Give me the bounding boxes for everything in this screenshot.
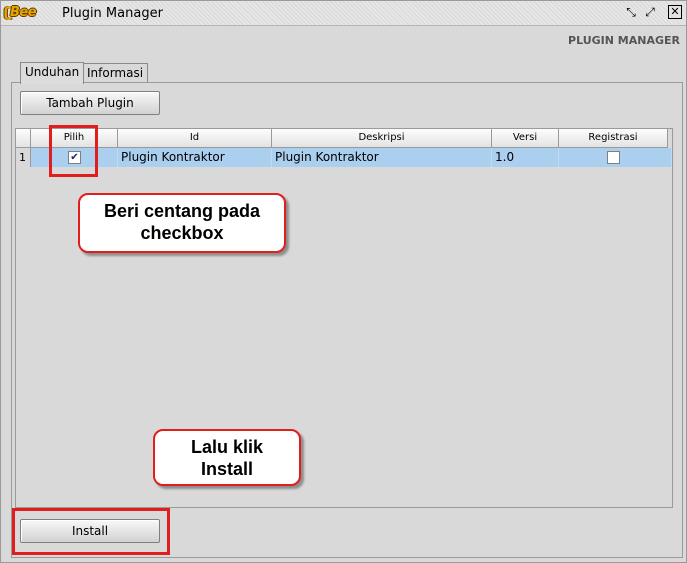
- maximize-icon[interactable]: ⤢: [643, 5, 657, 19]
- callout-line: Beri centang pada: [103, 201, 261, 221]
- install-instruction-callout: Lalu klik Install: [153, 429, 301, 486]
- plugin-table: Pilih Id Deskripsi Versi Registrasi 1 ✔ …: [15, 128, 673, 508]
- restore-icon[interactable]: ⤡: [624, 5, 638, 19]
- logo-text: Bee: [10, 5, 37, 20]
- row-number: 1: [16, 148, 31, 167]
- callout-line: checkbox: [140, 223, 224, 243]
- callout-line: Install: [200, 459, 253, 479]
- tab-label: Informasi: [87, 66, 144, 80]
- versi-cell: 1.0: [492, 148, 559, 167]
- column-header-versi[interactable]: Versi: [492, 129, 559, 148]
- column-header-id[interactable]: Id: [118, 129, 272, 148]
- deskripsi-cell: Plugin Kontraktor: [272, 148, 492, 167]
- column-header-deskripsi[interactable]: Deskripsi: [272, 129, 492, 148]
- column-header-label: Deskripsi: [358, 132, 405, 143]
- column-header-label: Registrasi: [588, 132, 638, 143]
- window-title: Plugin Manager: [62, 6, 163, 21]
- row-number-header: [16, 129, 31, 148]
- table-row[interactable]: 1 ✔ Plugin Kontraktor Plugin Kontraktor …: [16, 148, 672, 167]
- title-bar[interactable]: ʗ Bee Plugin Manager ⤡ ⤢ ✕: [1, 1, 686, 26]
- column-header-label: Versi: [512, 132, 538, 143]
- checkbox-highlight-box: [49, 125, 98, 177]
- checkbox-instruction-callout: Beri centang pada checkbox: [78, 193, 286, 253]
- plugin-manager-window: ʗ Bee Plugin Manager ⤡ ⤢ ✕ PLUGIN MANAGE…: [0, 0, 687, 563]
- add-plugin-button[interactable]: Tambah Plugin: [20, 91, 160, 115]
- registrasi-checkbox[interactable]: [607, 151, 620, 164]
- column-header-registrasi[interactable]: Registrasi: [559, 129, 668, 148]
- bee-logo: ʗ Bee: [4, 4, 59, 22]
- tab-unduhan[interactable]: Unduhan: [20, 62, 85, 84]
- page-header-label: PLUGIN MANAGER: [568, 34, 680, 47]
- install-highlight-box: [12, 508, 170, 555]
- tab-informasi[interactable]: Informasi: [82, 63, 149, 82]
- column-header-label: Id: [189, 132, 200, 143]
- callout-line: Lalu klik: [190, 437, 264, 457]
- id-cell: Plugin Kontraktor: [118, 148, 272, 167]
- close-icon[interactable]: ✕: [668, 5, 682, 19]
- tab-label: Unduhan: [25, 65, 80, 79]
- add-plugin-label: Tambah Plugin: [46, 96, 134, 110]
- registrasi-cell[interactable]: [559, 148, 672, 167]
